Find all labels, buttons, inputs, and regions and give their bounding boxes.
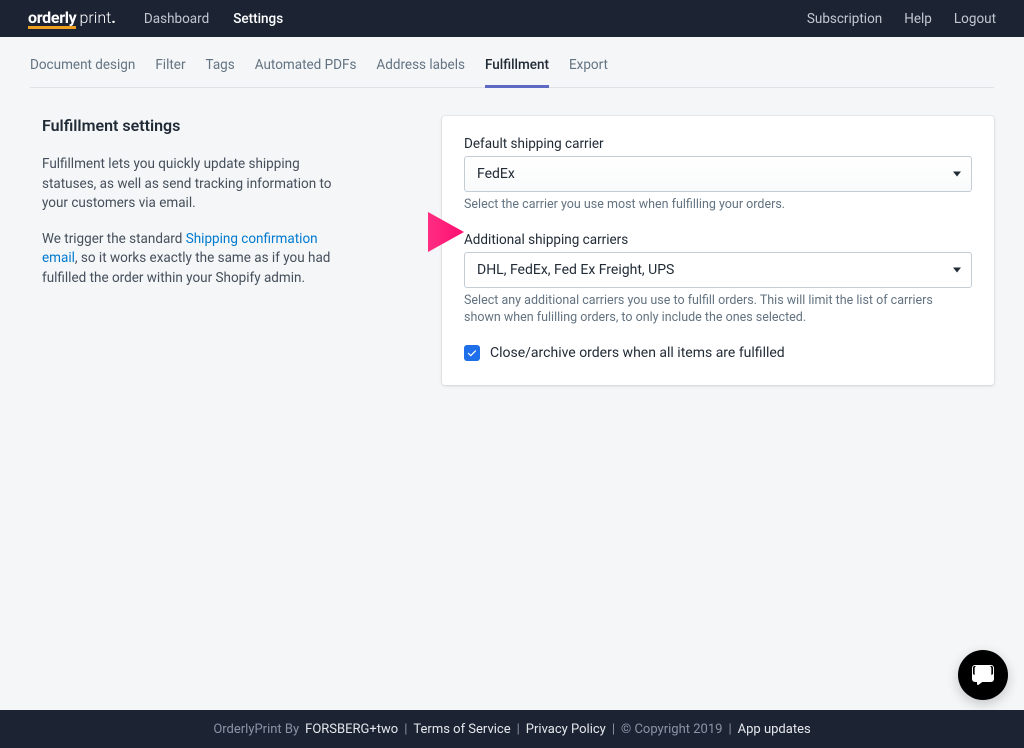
tab-tags[interactable]: Tags (206, 51, 235, 88)
chat-icon (970, 662, 996, 688)
tab-export[interactable]: Export (569, 51, 608, 88)
close-archive-label: Close/archive orders when all items are … (490, 345, 785, 361)
footer-tos-link[interactable]: Terms of Service (413, 722, 510, 737)
tab-automated-pdfs[interactable]: Automated PDFs (255, 51, 357, 88)
default-carrier-label: Default shipping carrier (464, 136, 972, 152)
tab-fulfillment[interactable]: Fulfillment (485, 51, 549, 88)
brand-thin: print (79, 8, 111, 27)
default-carrier-value: FedEx (477, 166, 515, 182)
intro-paragraph-1: Fulfillment lets you quickly update ship… (42, 155, 342, 214)
nav-dashboard[interactable]: Dashboard (144, 11, 209, 27)
additional-carriers-select[interactable]: DHL, FedEx, Fed Ex Freight, UPS (464, 252, 972, 288)
nav-subscription[interactable]: Subscription (807, 11, 882, 27)
check-icon (467, 348, 477, 358)
nav-help[interactable]: Help (904, 11, 932, 27)
sidebar-description: Fulfillment settings Fulfillment lets yo… (12, 116, 412, 385)
page-title: Fulfillment settings (42, 116, 412, 135)
default-carrier-select[interactable]: FedEx (464, 156, 972, 192)
additional-carriers-help: Select any additional carriers you use t… (464, 292, 972, 327)
close-archive-checkbox[interactable] (464, 345, 480, 361)
top-nav: orderlyprint. Dashboard Settings Subscri… (0, 0, 1024, 37)
chat-widget-button[interactable] (958, 650, 1008, 700)
footer-privacy-link[interactable]: Privacy Policy (526, 722, 606, 737)
settings-card: Default shipping carrier FedEx Select th… (442, 116, 994, 385)
footer-updates-link[interactable]: App updates (738, 722, 811, 737)
chevron-down-icon (953, 172, 961, 177)
intro-paragraph-2: We trigger the standard Shipping confirm… (42, 230, 342, 289)
chevron-down-icon (953, 267, 961, 272)
settings-subnav: Document design Filter Tags Automated PDFs A… (30, 51, 994, 88)
tab-filter[interactable]: Filter (155, 51, 185, 88)
brand-logo: orderlyprint. (28, 8, 116, 29)
brand-bold: orderly (28, 11, 76, 29)
footer: OrderlyPrint By FORSBERG+two | Terms of … (0, 710, 1024, 748)
nav-logout[interactable]: Logout (954, 11, 996, 27)
additional-carriers-value: DHL, FedEx, Fed Ex Freight, UPS (477, 262, 674, 278)
footer-author: FORSBERG+two (305, 722, 398, 737)
tab-document-design[interactable]: Document design (30, 51, 135, 88)
default-carrier-help: Select the carrier you use most when ful… (464, 196, 972, 214)
nav-settings[interactable]: Settings (233, 11, 283, 27)
tab-address-labels[interactable]: Address labels (376, 51, 465, 88)
additional-carriers-label: Additional shipping carriers (464, 232, 972, 248)
